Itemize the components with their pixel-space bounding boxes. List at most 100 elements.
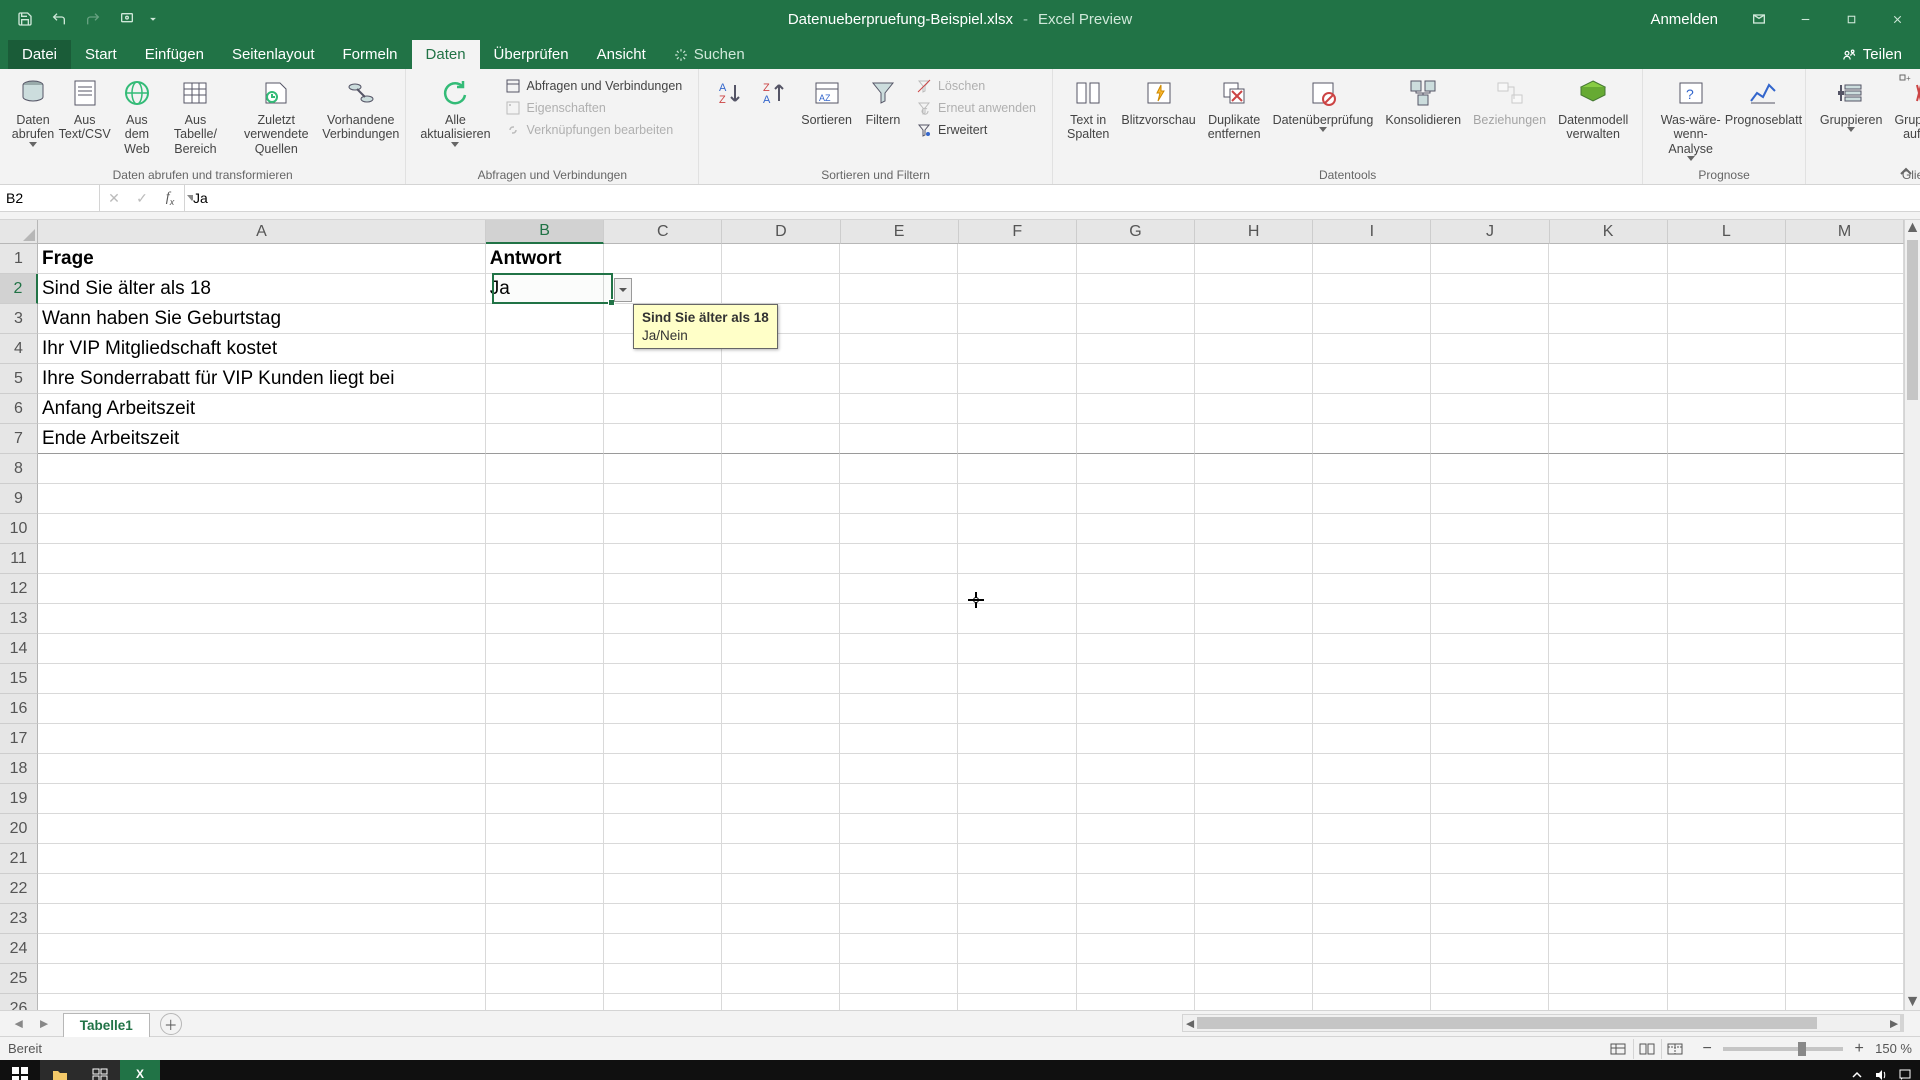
excel-taskbar-icon[interactable]: X	[120, 1060, 160, 1080]
cell[interactable]	[1077, 484, 1195, 514]
cell[interactable]	[604, 244, 722, 274]
cell[interactable]	[1549, 514, 1667, 544]
collapse-ribbon-icon[interactable]	[1898, 164, 1914, 180]
row-header[interactable]: 7	[0, 424, 38, 454]
cell[interactable]	[840, 784, 958, 814]
cell[interactable]	[38, 664, 486, 694]
cell[interactable]	[1786, 784, 1904, 814]
cell[interactable]	[1549, 904, 1667, 934]
cell[interactable]	[1195, 814, 1313, 844]
select-all-corner[interactable]	[0, 220, 38, 244]
cell[interactable]	[1431, 454, 1549, 484]
cell[interactable]	[958, 364, 1076, 394]
cell[interactable]	[840, 964, 958, 994]
cell[interactable]	[38, 514, 486, 544]
edit-links-button[interactable]: Verknüpfungen bearbeiten	[501, 119, 687, 141]
cell[interactable]	[1431, 484, 1549, 514]
scroll-right-icon[interactable]: ►	[1887, 1015, 1901, 1031]
cell[interactable]	[958, 604, 1076, 634]
cell[interactable]	[486, 484, 604, 514]
cell[interactable]	[1549, 724, 1667, 754]
cell[interactable]	[1077, 244, 1195, 274]
cell[interactable]	[1195, 544, 1313, 574]
cell[interactable]	[486, 964, 604, 994]
cell[interactable]	[486, 454, 604, 484]
cell[interactable]	[1195, 844, 1313, 874]
text-to-columns-button[interactable]: Text inSpalten	[1061, 73, 1115, 144]
column-header[interactable]: G	[1077, 220, 1195, 244]
cell[interactable]	[1431, 424, 1549, 454]
cell[interactable]	[1077, 724, 1195, 754]
cell[interactable]	[1431, 334, 1549, 364]
zoom-out-button[interactable]: −	[1699, 1041, 1715, 1057]
cell[interactable]	[486, 394, 604, 424]
cell[interactable]	[840, 304, 958, 334]
tray-chevron-icon[interactable]	[1850, 1068, 1864, 1080]
cell[interactable]	[604, 634, 722, 664]
sheet-tab-active[interactable]: Tabelle1	[63, 1013, 150, 1037]
cell[interactable]	[1195, 904, 1313, 934]
cell[interactable]	[604, 604, 722, 634]
cell[interactable]	[840, 274, 958, 304]
cell[interactable]	[486, 424, 604, 454]
cell[interactable]	[604, 754, 722, 784]
cell[interactable]	[1431, 904, 1549, 934]
cell[interactable]	[604, 574, 722, 604]
row-header[interactable]: 13	[0, 604, 38, 634]
cell[interactable]	[1786, 274, 1904, 304]
cell[interactable]	[1195, 784, 1313, 814]
cell[interactable]	[722, 274, 840, 304]
cell[interactable]	[722, 784, 840, 814]
cell[interactable]	[1077, 514, 1195, 544]
row-header[interactable]: 11	[0, 544, 38, 574]
tab-home[interactable]: Start	[71, 40, 131, 69]
cell[interactable]	[722, 814, 840, 844]
tab-formulas[interactable]: Formeln	[329, 40, 412, 69]
cell[interactable]	[1313, 724, 1431, 754]
cell[interactable]	[1786, 304, 1904, 334]
cell[interactable]	[722, 454, 840, 484]
row-header[interactable]: 4	[0, 334, 38, 364]
sort-az-button[interactable]: AZ	[707, 73, 751, 115]
cell[interactable]	[840, 754, 958, 784]
cell[interactable]	[1668, 904, 1786, 934]
view-normal-icon[interactable]	[1605, 1039, 1631, 1059]
cell[interactable]	[958, 964, 1076, 994]
cell[interactable]	[1431, 274, 1549, 304]
cell[interactable]	[958, 754, 1076, 784]
cell[interactable]	[486, 514, 604, 544]
cell[interactable]	[958, 844, 1076, 874]
tab-review[interactable]: Überprüfen	[480, 40, 583, 69]
cell[interactable]	[1668, 934, 1786, 964]
tell-me-search[interactable]: Suchen	[660, 40, 759, 69]
cell[interactable]	[722, 574, 840, 604]
cell[interactable]	[1549, 544, 1667, 574]
zoom-in-button[interactable]: +	[1851, 1041, 1867, 1057]
row-header[interactable]: 24	[0, 934, 38, 964]
cell[interactable]	[840, 724, 958, 754]
cell[interactable]	[1668, 364, 1786, 394]
cell[interactable]	[1313, 634, 1431, 664]
column-header[interactable]: J	[1431, 220, 1549, 244]
cell[interactable]	[486, 304, 604, 334]
cell[interactable]	[1077, 694, 1195, 724]
cell[interactable]	[604, 964, 722, 994]
cell[interactable]: Antwort	[486, 244, 604, 274]
cell[interactable]	[1195, 334, 1313, 364]
cell[interactable]	[722, 604, 840, 634]
cell[interactable]	[722, 484, 840, 514]
column-header[interactable]: K	[1550, 220, 1668, 244]
cell[interactable]	[722, 544, 840, 574]
cell[interactable]	[1313, 754, 1431, 784]
cell[interactable]	[1668, 694, 1786, 724]
column-header[interactable]: D	[722, 220, 840, 244]
row-header[interactable]: 16	[0, 694, 38, 724]
cell[interactable]	[1549, 784, 1667, 814]
manage-data-model-button[interactable]: Datenmodellverwalten	[1552, 73, 1634, 144]
cell[interactable]	[722, 634, 840, 664]
cell[interactable]	[1549, 604, 1667, 634]
cell[interactable]: Frage	[38, 244, 486, 274]
system-tray[interactable]	[1850, 1068, 1920, 1080]
cell[interactable]	[1313, 364, 1431, 394]
cell[interactable]	[1431, 844, 1549, 874]
